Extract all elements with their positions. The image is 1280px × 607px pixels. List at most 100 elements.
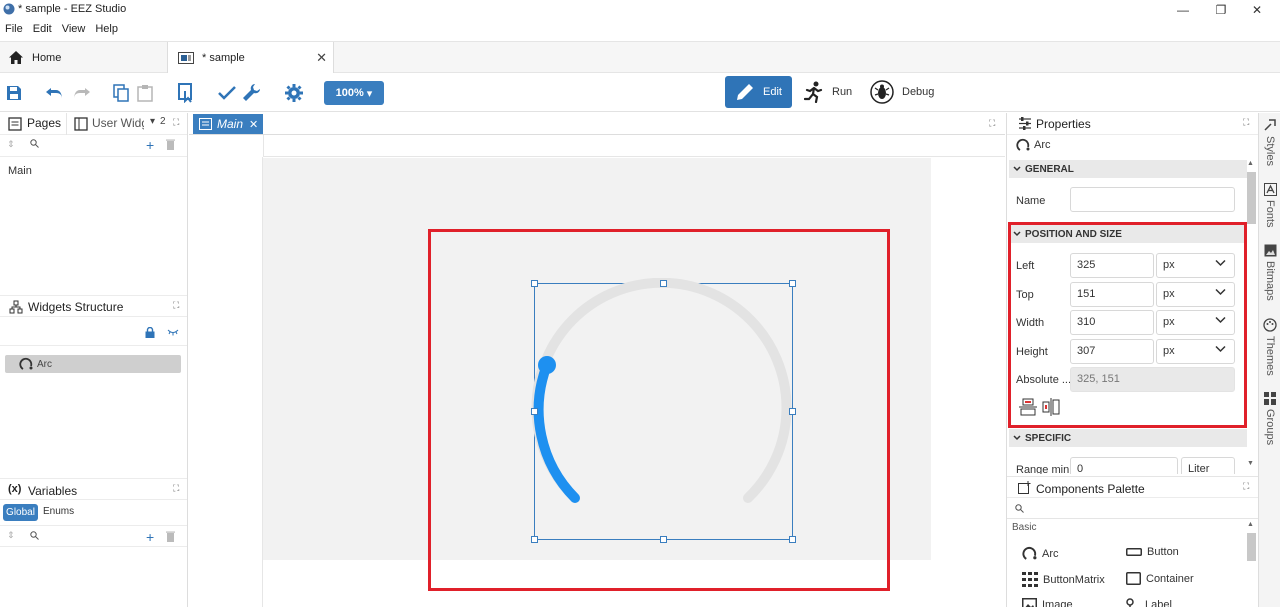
hide-eye-icon[interactable]	[167, 328, 179, 336]
add-component-icon	[1018, 481, 1031, 494]
maximize-panel-icon[interactable]: ⛶	[1243, 117, 1249, 128]
tab-home[interactable]: Home	[8, 42, 166, 73]
delete-page-icon[interactable]	[166, 139, 175, 150]
tab-sample[interactable]: * sample ✕	[167, 42, 334, 73]
close-tab-icon[interactable]: ✕	[316, 50, 327, 66]
maximize-editor-icon[interactable]: ⛶	[989, 118, 995, 129]
palette-search-row[interactable]	[1007, 499, 1258, 519]
run-label: Run	[832, 86, 853, 98]
zoom-dropdown[interactable]: 100% ▾	[324, 81, 384, 105]
rail-fonts[interactable]: Fonts	[1262, 183, 1278, 228]
section-general[interactable]: GENERAL	[1009, 160, 1247, 178]
range-min-unit-select[interactable]: Liter	[1181, 457, 1235, 474]
edit-label: Edit	[763, 86, 782, 98]
palette-item-image-label: Image	[1042, 598, 1073, 607]
menu-edit[interactable]: Edit	[28, 21, 57, 40]
maximize-panel-icon[interactable]: ⛶	[1243, 481, 1249, 492]
undo-icon[interactable]	[44, 82, 66, 104]
maximize-panel-icon[interactable]: ⛶	[173, 300, 179, 311]
scrollbar-thumb[interactable]	[1247, 172, 1256, 224]
caret-down-icon: ▾	[366, 87, 373, 100]
add-page-icon[interactable]: +	[146, 137, 154, 153]
tab-user-widgets[interactable]: User Widg	[92, 116, 144, 130]
scroll-up-icon[interactable]: ▲	[1247, 521, 1254, 528]
rail-groups[interactable]: Groups	[1262, 392, 1278, 445]
sort-icon[interactable]: ⇕	[7, 139, 15, 150]
pages-icon	[8, 117, 22, 131]
palette-scrollbar[interactable]: ▲	[1247, 521, 1256, 607]
left-panel: Pages User Widg ▾ 2 ⛶ ⇕ + Main Widgets S…	[0, 113, 188, 607]
paste-icon[interactable]	[134, 82, 156, 104]
scroll-down-icon[interactable]: ▼	[1247, 460, 1254, 467]
close-tab-icon[interactable]: ✕	[249, 118, 258, 131]
edit-mode-button[interactable]: Edit	[725, 76, 792, 108]
close-window-button[interactable]: ✕	[1234, 0, 1280, 19]
tab-overflow-chevron-icon[interactable]: ▾	[150, 116, 155, 127]
menu-view[interactable]: View	[57, 21, 91, 40]
annotation-highlight-position-size	[1008, 222, 1247, 428]
maximize-panel-icon[interactable]: ⛶	[173, 117, 179, 128]
palette-item-label[interactable]: Label	[1126, 598, 1172, 607]
image-widget-icon	[1022, 598, 1037, 607]
variables-title: Variables	[28, 484, 78, 498]
toolbar: 100% ▾ Edit Run Debug	[0, 73, 1280, 112]
range-min-input[interactable]: 0	[1070, 457, 1178, 474]
name-input[interactable]	[1070, 187, 1235, 212]
styles-icon	[1264, 119, 1276, 131]
side-rail: Styles Fonts Bitmaps Themes Groups	[1258, 113, 1280, 607]
tab-overflow-count[interactable]: 2	[160, 116, 166, 127]
scrollbar-thumb[interactable]	[1247, 533, 1256, 561]
search-icon	[30, 531, 39, 540]
tab-enums[interactable]: Enums	[43, 506, 74, 517]
palette-item-button-label: Button	[1147, 546, 1179, 558]
debug-mode-button[interactable]: Debug	[870, 76, 934, 108]
selected-component-name: Arc	[1034, 139, 1051, 151]
tab-global-variables[interactable]: Global	[3, 504, 38, 521]
copy-icon[interactable]	[110, 82, 132, 104]
properties-header: Properties ⛶	[1007, 113, 1258, 135]
page-item-main[interactable]: Main	[8, 165, 32, 177]
add-variable-icon[interactable]: +	[146, 529, 154, 545]
arc-widget-icon	[1022, 546, 1037, 561]
delete-variable-icon[interactable]	[166, 531, 175, 542]
run-mode-button[interactable]: Run	[804, 76, 852, 108]
pencil-icon	[735, 82, 755, 102]
settings-gear-icon[interactable]	[283, 82, 305, 104]
rail-styles[interactable]: Styles	[1262, 118, 1278, 166]
themes-palette-icon	[1263, 318, 1277, 332]
tab-divider	[66, 113, 67, 135]
section-specific[interactable]: SPECIFIC	[1009, 429, 1247, 447]
menu-file[interactable]: File	[0, 21, 28, 40]
section-specific-label: SPECIFIC	[1025, 432, 1072, 444]
properties-scrollbar[interactable]: ▲ ▼	[1247, 160, 1256, 470]
lock-icon[interactable]	[145, 327, 155, 338]
palette-item-container[interactable]: Container	[1126, 572, 1194, 585]
document-tab-bar: Home * sample ✕	[0, 41, 1280, 73]
palette-item-button[interactable]: Button	[1126, 546, 1179, 558]
groups-icon	[1264, 392, 1276, 405]
palette-item-buttonmatrix[interactable]: ButtonMatrix	[1022, 572, 1105, 587]
widgets-structure-title: Widgets Structure	[28, 300, 124, 314]
components-palette-header: Components Palette ⛶	[1007, 476, 1258, 498]
home-icon	[8, 50, 24, 65]
check-icon[interactable]	[216, 82, 238, 104]
palette-item-arc[interactable]: Arc	[1022, 546, 1059, 561]
tree-item-arc[interactable]: Arc	[5, 355, 181, 373]
menu-help[interactable]: Help	[90, 21, 123, 40]
save-icon[interactable]	[3, 82, 25, 104]
rail-bitmaps[interactable]: Bitmaps	[1262, 244, 1278, 301]
scroll-up-icon[interactable]: ▲	[1247, 160, 1254, 167]
redo-icon[interactable]	[70, 82, 92, 104]
build-wrench-icon[interactable]	[241, 82, 263, 104]
palette-item-container-label: Container	[1146, 572, 1194, 585]
project-settings-icon[interactable]	[175, 82, 197, 104]
properties-sliders-icon	[1018, 117, 1032, 130]
tab-pages[interactable]: Pages	[27, 116, 61, 130]
bitmaps-icon	[1264, 244, 1276, 257]
palette-item-arc-label: Arc	[1042, 547, 1059, 560]
editor-tab-main[interactable]: Main ✕	[193, 114, 263, 134]
maximize-panel-icon[interactable]: ⛶	[173, 483, 179, 494]
rail-themes[interactable]: Themes	[1262, 318, 1278, 376]
palette-item-image[interactable]: Image	[1022, 598, 1073, 607]
sort-icon[interactable]: ⇕	[7, 530, 15, 541]
